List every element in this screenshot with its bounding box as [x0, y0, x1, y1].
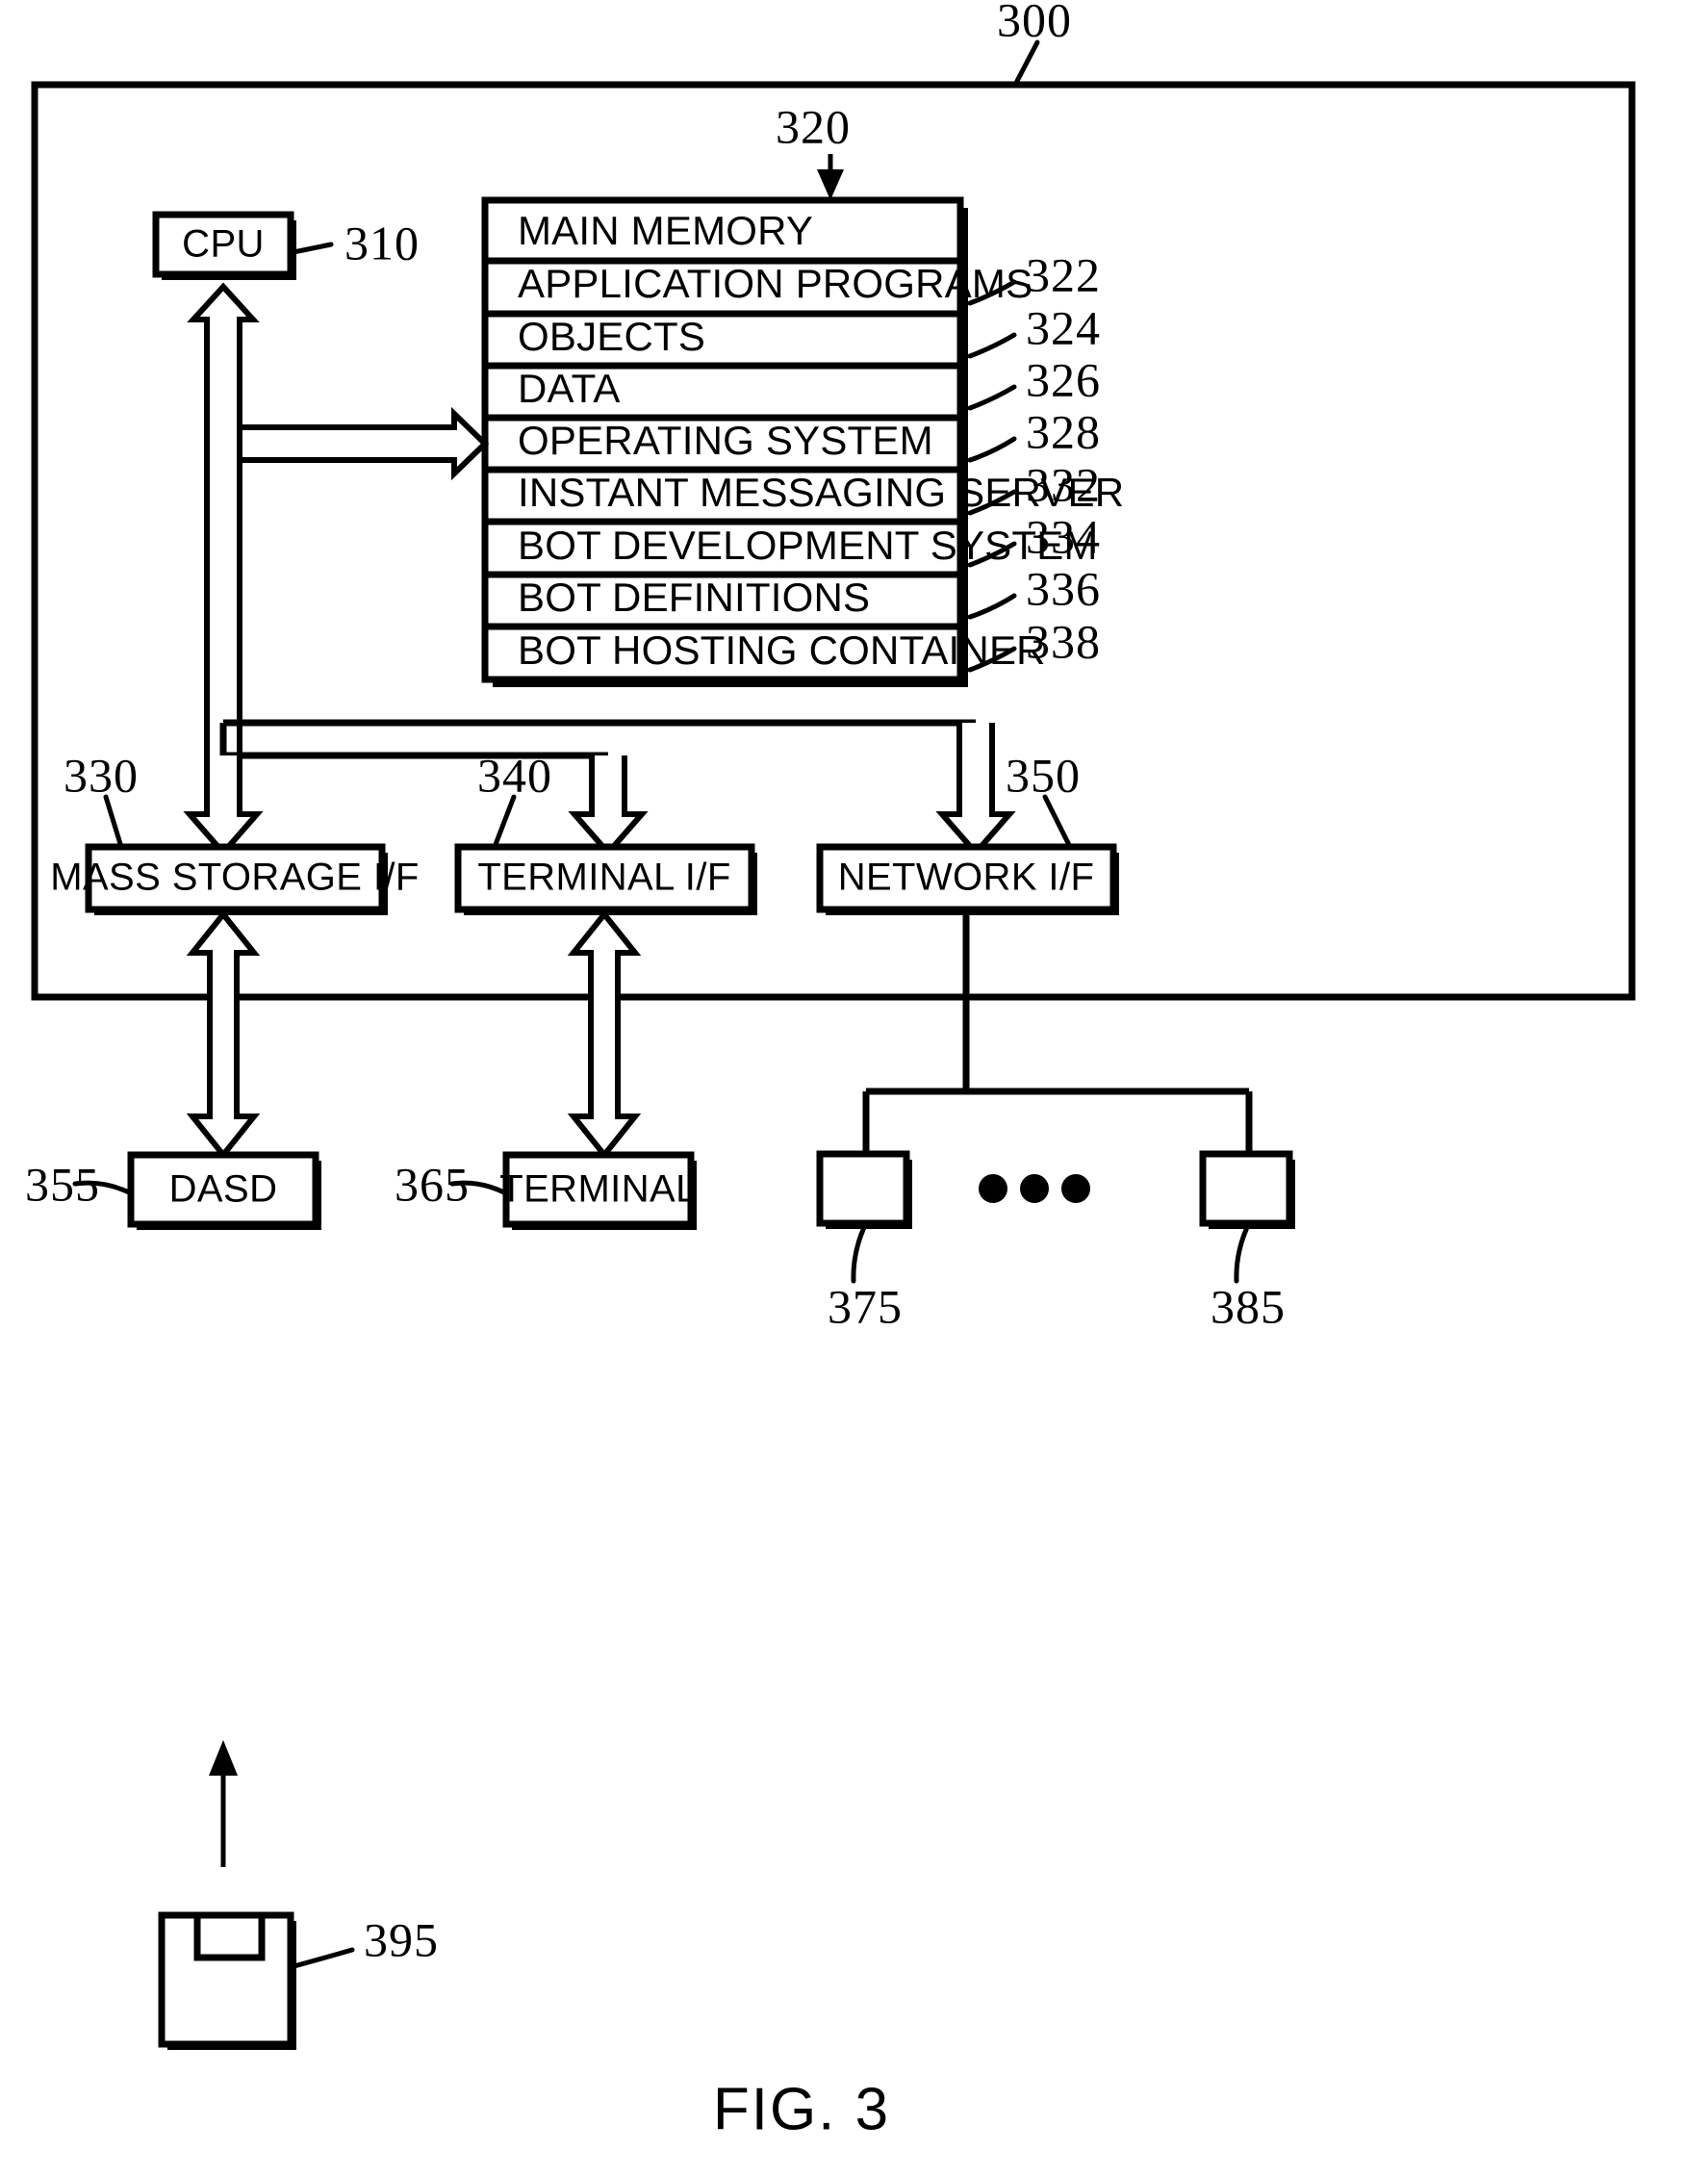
lead-line-340: [492, 794, 517, 850]
removable-media-icon: [158, 1911, 294, 2048]
terminal-if-label: TERMINAL I/F: [477, 857, 730, 899]
ref-label-336: 336: [1026, 561, 1101, 615]
lead-line-350: [1042, 794, 1073, 850]
terminal-if-terminal-arrow: [567, 909, 642, 1160]
terminal-bus-arrow: [568, 755, 649, 858]
mass-storage-bus-arrow: [183, 755, 264, 858]
ref-label-350: 350: [1006, 748, 1081, 802]
memory-reference-numbers: 322 324 326 328 332 334 336 338: [1026, 247, 1101, 668]
memory-row-label: OBJECTS: [518, 314, 705, 359]
ref-label-338: 338: [1026, 614, 1101, 668]
network-ellipsis-icon: [979, 1174, 1090, 1203]
cpu-memory-bus-arrow: [231, 406, 490, 481]
arrowhead-320: [817, 169, 844, 200]
memory-row-label: BOT HOSTING CONTAINER: [518, 627, 1046, 673]
ref-label-395: 395: [364, 1912, 439, 1966]
ref-label-300: 300: [997, 0, 1072, 46]
network-node-375: [816, 1150, 910, 1227]
lead-line-375: [851, 1220, 869, 1284]
memory-row-label: BOT DEFINITIONS: [518, 575, 870, 620]
lead-line-395: [288, 1947, 355, 1970]
ref-label-324: 324: [1026, 300, 1101, 354]
ref-label-322: 322: [1026, 247, 1101, 301]
ref-label-334: 334: [1026, 509, 1101, 563]
ref-label-330: 330: [64, 748, 139, 802]
mass-storage-dasd-arrow: [186, 909, 261, 1160]
bus-arrowheads: [183, 723, 1016, 858]
ref-label-332: 332: [1026, 457, 1101, 511]
lead-line-330: [103, 794, 124, 850]
lead-line-310: [291, 242, 334, 255]
network-if-label: NETWORK I/F: [838, 857, 1095, 899]
cpu-label: CPU: [182, 223, 265, 266]
ref-label-340: 340: [477, 748, 552, 802]
memory-row-label: MAIN MEMORY: [518, 208, 813, 253]
ref-label-355: 355: [25, 1157, 100, 1211]
memory-row-label: APPLICATION PROGRAMS: [518, 261, 1032, 306]
lead-line-300: [1012, 39, 1040, 88]
memory-row-label: DATA: [518, 366, 621, 411]
ref-label-328: 328: [1026, 404, 1101, 458]
removable-media-arrow: [209, 1740, 238, 1867]
ref-label-320: 320: [776, 99, 851, 153]
ref-label-375: 375: [828, 1279, 903, 1333]
figure-canvas: 300 CPU 310 320 MAIN MEMORY APPLICATION …: [25, 0, 1636, 2142]
terminal-label: TERMINAL: [499, 1168, 697, 1211]
network-tree-lines: [862, 914, 1253, 1154]
dasd-label: DASD: [169, 1168, 278, 1211]
patent-figure-3: 300 CPU 310 320 MAIN MEMORY APPLICATION …: [0, 0, 1708, 2176]
network-node-385: [1199, 1150, 1293, 1227]
ref-label-310: 310: [344, 216, 420, 269]
memory-row-label: OPERATING SYSTEM: [518, 418, 933, 463]
ref-label-385: 385: [1211, 1279, 1286, 1333]
network-bus-arrow: [935, 723, 1016, 858]
ref-label-365: 365: [395, 1157, 470, 1211]
figure-caption: FIG. 3: [713, 2076, 890, 2142]
lead-line-385: [1234, 1220, 1252, 1284]
ref-label-326: 326: [1026, 352, 1101, 406]
mass-storage-if-label: MASS STORAGE I/F: [50, 857, 420, 899]
